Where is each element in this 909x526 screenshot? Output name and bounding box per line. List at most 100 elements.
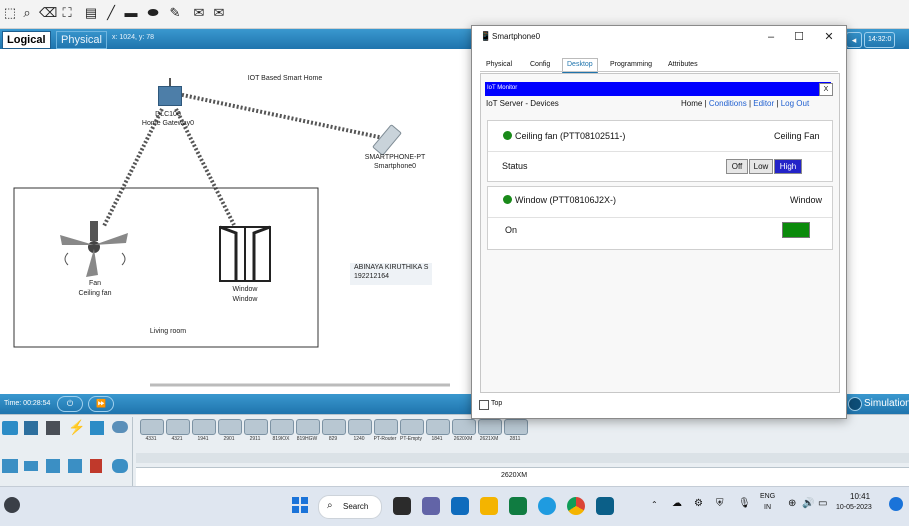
palette-device[interactable] xyxy=(322,419,346,435)
search-icon[interactable]: ⌕ xyxy=(20,6,34,20)
packet-tracer-icon[interactable] xyxy=(596,497,614,515)
security-tray-icon[interactable]: ⛨ xyxy=(716,498,724,509)
connections-icon[interactable]: ⚡ xyxy=(68,419,85,436)
tray-app-icon[interactable]: ⚙ xyxy=(694,498,703,509)
switches-icon[interactable] xyxy=(24,461,38,471)
cloud-icon[interactable]: ☁ xyxy=(672,498,682,509)
line-icon[interactable]: ╱ xyxy=(104,6,118,20)
palette-device[interactable] xyxy=(452,419,476,435)
store-icon[interactable] xyxy=(509,497,527,515)
device-header[interactable]: Window (PTT08106J2X-) Window xyxy=(488,187,832,218)
simulation-icon xyxy=(848,397,862,411)
palette-device[interactable] xyxy=(400,419,424,435)
tab-logical[interactable]: Logical xyxy=(2,31,51,49)
network-devices-icon[interactable] xyxy=(2,421,18,435)
nav-home[interactable]: Home xyxy=(681,99,702,108)
nav-logout[interactable]: Log Out xyxy=(781,99,809,108)
palette-device-label: 2811 xyxy=(509,436,521,442)
palette-device[interactable] xyxy=(244,419,268,435)
monitor-close-button[interactable]: X xyxy=(819,83,833,96)
window-device[interactable] xyxy=(218,225,272,283)
option-high-button[interactable]: High xyxy=(774,159,802,174)
option-low-button[interactable]: Low xyxy=(749,159,773,174)
edge-icon[interactable] xyxy=(538,497,556,515)
chrome-icon[interactable] xyxy=(567,497,585,515)
home-gateway-device[interactable] xyxy=(158,86,182,106)
notification-icon[interactable] xyxy=(889,497,903,511)
simulation-tab[interactable]: Simulation xyxy=(864,398,909,409)
wan-icon[interactable] xyxy=(112,421,128,433)
chevron-up-icon[interactable]: ⌃ xyxy=(651,500,658,509)
wireless-icon[interactable] xyxy=(68,459,82,473)
device-property-row: On xyxy=(488,217,832,247)
outlook-icon[interactable] xyxy=(451,497,469,515)
palette-device[interactable] xyxy=(374,419,398,435)
tab-physical[interactable]: Physical xyxy=(486,60,512,70)
palette-device[interactable] xyxy=(166,419,190,435)
volume-icon[interactable]: 🔊 xyxy=(802,498,814,509)
gateway-name: DLC100 xyxy=(155,111,181,118)
palette-device-label: 2620XM xyxy=(453,436,473,442)
clock-time[interactable]: 10:41 xyxy=(850,492,870,501)
freeform-icon[interactable]: ✎ xyxy=(168,6,182,20)
minimize-icon[interactable]: – xyxy=(764,30,778,44)
task-view-icon[interactable] xyxy=(393,497,411,515)
ellipse-icon[interactable]: ⬬ xyxy=(146,6,160,20)
close-icon[interactable]: ✕ xyxy=(822,30,836,44)
nav-conditions[interactable]: Conditions xyxy=(709,99,747,108)
palette-device[interactable] xyxy=(426,419,450,435)
power-cycle-icon[interactable]: ⏻ xyxy=(57,396,83,412)
palette-device[interactable] xyxy=(218,419,242,435)
hubs-icon[interactable] xyxy=(46,459,60,473)
tab-physical[interactable]: Physical xyxy=(56,31,107,49)
device-card-ceiling-fan[interactable]: Ceiling fan (PTT08102511-) Ceiling Fan S… xyxy=(487,120,833,182)
rectangle-icon[interactable]: ▬ xyxy=(124,6,138,20)
fast-forward-icon[interactable]: ⏩ xyxy=(88,396,114,412)
maximize-icon[interactable]: ☐ xyxy=(792,30,806,44)
palette-device[interactable] xyxy=(192,419,216,435)
tab-attributes[interactable]: Attributes xyxy=(668,60,698,70)
nav-separator: | xyxy=(704,99,707,108)
palette-device[interactable] xyxy=(478,419,502,435)
palette-device[interactable] xyxy=(504,419,528,435)
palette-device[interactable] xyxy=(270,419,294,435)
weather-icon[interactable] xyxy=(4,497,20,513)
link-gateway-phone xyxy=(177,92,389,141)
palette-device[interactable] xyxy=(348,419,372,435)
delete-icon[interactable]: ⌫ xyxy=(39,6,57,20)
state-indicator[interactable] xyxy=(782,222,810,238)
components-icon[interactable] xyxy=(46,421,60,435)
tab-config[interactable]: Config xyxy=(530,60,550,70)
resize-icon[interactable]: ⛶ xyxy=(60,6,74,20)
palette-device[interactable] xyxy=(296,419,320,435)
security-icon[interactable] xyxy=(90,459,102,473)
network-icon[interactable]: ⊕ xyxy=(788,498,796,509)
end-devices-icon[interactable] xyxy=(24,421,38,435)
option-off-button[interactable]: Off xyxy=(726,159,748,174)
complex-pdu-icon[interactable]: ✉ xyxy=(212,6,226,20)
lang-code[interactable]: ENG xyxy=(760,493,775,500)
palette-device[interactable] xyxy=(140,419,164,435)
wan-emulation-icon[interactable] xyxy=(112,459,128,473)
teams-icon[interactable] xyxy=(422,497,440,515)
note-icon[interactable]: ▤ xyxy=(84,6,98,20)
back-icon[interactable]: ◂ xyxy=(846,32,862,48)
file-explorer-icon[interactable] xyxy=(480,497,498,515)
ceiling-fan-device[interactable] xyxy=(56,219,132,279)
top-checkbox[interactable] xyxy=(479,400,489,410)
routers-icon[interactable] xyxy=(2,459,18,473)
nav-editor[interactable]: Editor xyxy=(753,99,774,108)
misc-icon[interactable] xyxy=(90,421,104,435)
device-card-window[interactable]: Window (PTT08106J2X-) Window On xyxy=(487,186,833,250)
clock-date[interactable]: 10-05-2023 xyxy=(836,504,872,511)
selection-icon[interactable]: ⬚ xyxy=(3,6,17,20)
battery-icon[interactable]: ▭ xyxy=(818,498,827,509)
taskbar-search[interactable]: ⌕ Search xyxy=(318,495,382,519)
start-icon[interactable] xyxy=(292,497,308,513)
palette-scrollbar[interactable] xyxy=(136,453,909,463)
device-header[interactable]: Ceiling fan (PTT08102511-) Ceiling Fan xyxy=(488,121,832,152)
microphone-icon[interactable]: 🎙 xyxy=(738,498,751,509)
tab-programming[interactable]: Programming xyxy=(610,60,652,70)
pdu-icon[interactable]: ✉ xyxy=(192,6,206,20)
lang-region[interactable]: IN xyxy=(764,504,771,511)
